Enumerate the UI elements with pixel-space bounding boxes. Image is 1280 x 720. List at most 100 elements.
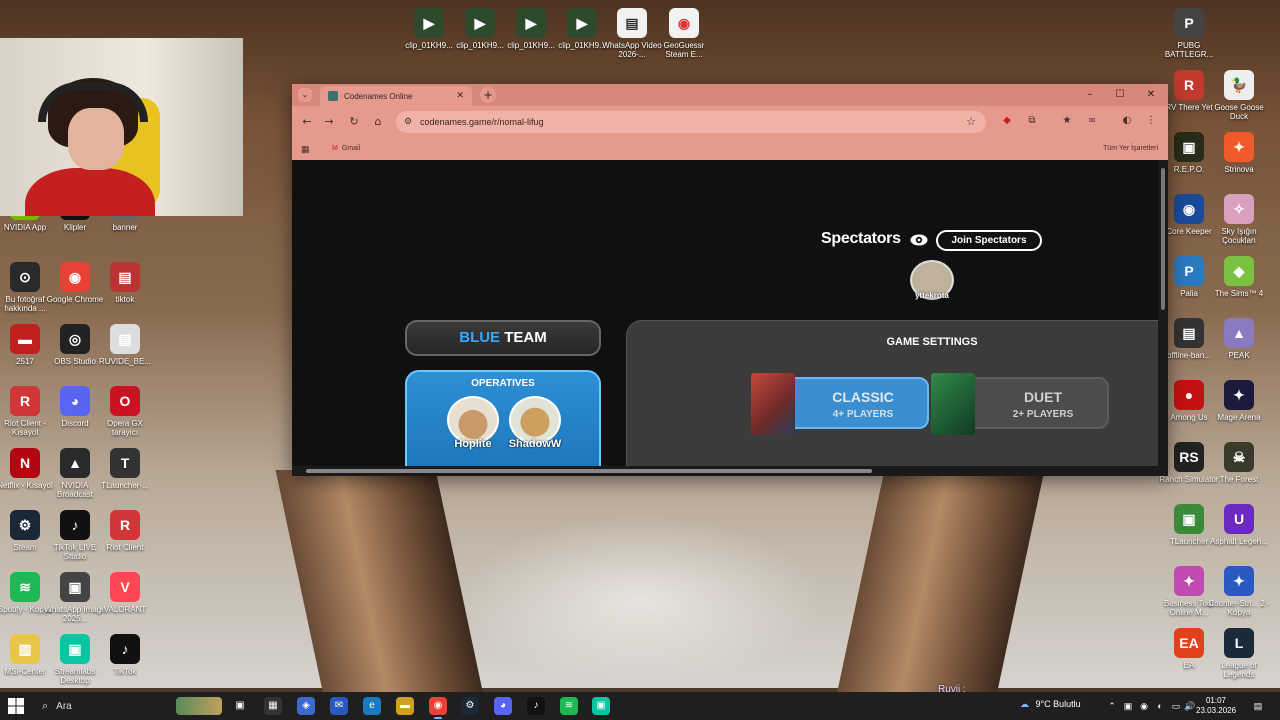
desktop-shortcut[interactable]: L League of Legends: [1208, 628, 1270, 679]
vertical-scrollbar[interactable]: [1158, 160, 1168, 466]
tab-close-icon[interactable]: ✕: [456, 90, 464, 101]
streamlabs-taskbar-icon[interactable]: ▣: [592, 697, 610, 715]
home-button[interactable]: ⌂: [371, 115, 385, 129]
desktop-shortcut[interactable]: ✦ Mage Arena: [1208, 380, 1270, 422]
address-bar[interactable]: ⚙ codenames.game/r/nomal-lifug ☆: [396, 111, 986, 133]
outlook-icon[interactable]: ✉: [330, 697, 348, 715]
back-button[interactable]: ←: [300, 115, 314, 129]
steam-taskbar-icon[interactable]: ⚙: [461, 697, 479, 715]
site-info-icon[interactable]: ⚙: [404, 116, 412, 127]
mode-players: 2+ PLAYERS: [1012, 409, 1074, 420]
mode-duet-button[interactable]: DUET 2+ PLAYERS: [931, 373, 1109, 435]
desktop-shortcut-label: Strinova: [1224, 165, 1254, 174]
app-icon: ●: [1174, 380, 1204, 410]
profile-avatar-icon[interactable]: ◐: [1120, 114, 1134, 128]
mode-players: 4+ PLAYERS: [832, 409, 894, 420]
desktop-shortcut[interactable]: ▤ RUVIDE_BE...: [94, 324, 156, 366]
desktop-shortcut[interactable]: T TLauncher-...: [94, 448, 156, 490]
desktop-shortcut[interactable]: ☠ The Forest: [1208, 442, 1270, 484]
app-icon: O: [110, 386, 140, 416]
taskbar-clock[interactable]: 01:07 23.03.2026: [1196, 696, 1236, 716]
desktop-shortcut[interactable]: ✦ Strinova: [1208, 132, 1270, 174]
tab-codenames[interactable]: Codenames Online ✕: [320, 86, 472, 106]
minimize-button[interactable]: –: [1082, 87, 1098, 103]
app-icon: ▤: [110, 324, 140, 354]
copilot-icon[interactable]: ◈: [297, 697, 315, 715]
app-icon: T: [110, 448, 140, 478]
spotify-taskbar-icon[interactable]: ≋: [560, 697, 578, 715]
blue-team-color-word: BLUE: [459, 329, 501, 346]
search-highlight-image[interactable]: [176, 697, 222, 715]
app-icon: ⚙: [10, 510, 40, 540]
desktop-shortcut[interactable]: R Riot Client: [94, 510, 156, 552]
tab-title: Codenames Online: [344, 91, 413, 101]
desktop-shortcut-label: Asphalt Legen...: [1210, 537, 1268, 546]
bookmarks-bar: ▦ Gmail Tüm Yer İşaretleri: [292, 138, 1168, 160]
app-icon: ▬: [10, 324, 40, 354]
desktop-shortcut[interactable]: ▤ tiktok: [94, 262, 156, 304]
tray-app-icon[interactable]: ◐: [1154, 700, 1166, 712]
menu-kebab-icon[interactable]: ⋮: [1144, 114, 1158, 128]
bookmark-gmail[interactable]: Gmail: [332, 145, 360, 152]
reload-button[interactable]: ↻: [347, 115, 361, 129]
desktop-shortcut[interactable]: 🦆 Goose Goose Duck: [1208, 70, 1270, 121]
desktop-shortcut-label: NVIDIA App: [3, 223, 47, 232]
app-icon: 🦆: [1224, 70, 1254, 100]
desktop-shortcut-label: TikTok: [113, 667, 137, 676]
tray-overflow-icon[interactable]: ⌃: [1106, 700, 1118, 712]
apps-grid-icon[interactable]: ▦: [301, 144, 310, 155]
bookmarks-icon[interactable]: ★: [1060, 114, 1074, 128]
mode-classic-button[interactable]: CLASSIC 4+ PLAYERS: [751, 373, 929, 435]
tiktok-taskbar-icon[interactable]: ♪: [527, 697, 545, 715]
task-view-icon[interactable]: ▣: [231, 697, 249, 715]
desktop-shortcut[interactable]: ♪ TikTok: [94, 634, 156, 676]
clock-date: 23.03.2026: [1196, 706, 1237, 715]
extensions-puzzle-icon[interactable]: ⧉: [1025, 114, 1039, 128]
desktop-shortcut[interactable]: ✧ Sky Işığın Çocukları: [1208, 194, 1270, 245]
weather-widget[interactable]: ☁ 9°C Bulutlu: [1020, 699, 1081, 710]
app-icon: EA: [1174, 628, 1204, 658]
edge-icon[interactable]: e: [363, 697, 381, 715]
desktop-shortcut-label: EA: [1183, 661, 1195, 670]
discord-taskbar-icon[interactable]: ◕: [494, 697, 512, 715]
join-spectators-button[interactable]: Join Spectators: [936, 230, 1042, 251]
desktop-shortcut[interactable]: U Asphalt Legen...: [1208, 504, 1270, 546]
duet-box-art: [931, 373, 975, 435]
notification-icon[interactable]: ▤: [1252, 700, 1264, 712]
app-icon: ✧: [1224, 194, 1254, 224]
extension-icon[interactable]: ◆: [1000, 114, 1014, 128]
new-tab-button[interactable]: +: [480, 87, 496, 103]
network-icon[interactable]: ▭: [1170, 700, 1182, 712]
bookmark-star-icon[interactable]: ☆: [966, 115, 976, 128]
document-icon: ▤: [617, 8, 647, 38]
desktop-file-geoguessr[interactable]: ◉ GeoGuessr Steam E...: [653, 8, 715, 59]
desktop-shortcut[interactable]: O Opera GX tarayıcı: [94, 386, 156, 437]
desktop-shortcut[interactable]: P PUBG BATTLEGR...: [1158, 8, 1220, 59]
tab-search-button[interactable]: ⌄: [298, 88, 312, 102]
app-icon: ≋: [10, 572, 40, 602]
horizontal-scrollbar[interactable]: [292, 466, 1168, 476]
weather-text: 9°C Bulutlu: [1035, 699, 1081, 709]
forward-button[interactable]: →: [322, 115, 336, 129]
url-text: codenames.game/r/nomal-lifug: [420, 117, 544, 127]
file-explorer-icon[interactable]: ▬: [396, 697, 414, 715]
maximize-button[interactable]: ☐: [1112, 87, 1128, 103]
link-icon[interactable]: ∞: [1085, 114, 1099, 128]
volume-icon[interactable]: 🔊: [1184, 700, 1196, 712]
desktop-shortcut[interactable]: ▲ PEAK: [1208, 318, 1270, 360]
windows-start-icon[interactable]: [8, 698, 24, 714]
video-file-icon: ▶: [465, 8, 495, 38]
desktop-shortcut[interactable]: ✦ Counter-Stri... 2 - Kopya: [1208, 566, 1270, 617]
desktop-shortcut[interactable]: ◆ The Sims™ 4: [1208, 256, 1270, 298]
all-bookmarks-folder[interactable]: Tüm Yer İşaretleri: [1103, 145, 1158, 152]
desktop-shortcut-label: offline-ban...: [1167, 351, 1211, 360]
app-icon: P: [1174, 256, 1204, 286]
close-window-button[interactable]: ✕: [1143, 87, 1159, 103]
chrome-taskbar-icon[interactable]: ◉: [429, 697, 447, 719]
desktop-file-label: GeoGuessr Steam E...: [663, 41, 705, 59]
widgets-icon[interactable]: ▦: [264, 697, 282, 715]
tray-app-icon[interactable]: ◉: [1138, 700, 1150, 712]
desktop-shortcut[interactable]: V VALORANT: [94, 572, 156, 614]
app-icon: ✦: [1224, 380, 1254, 410]
tray-app-icon[interactable]: ▣: [1122, 700, 1134, 712]
